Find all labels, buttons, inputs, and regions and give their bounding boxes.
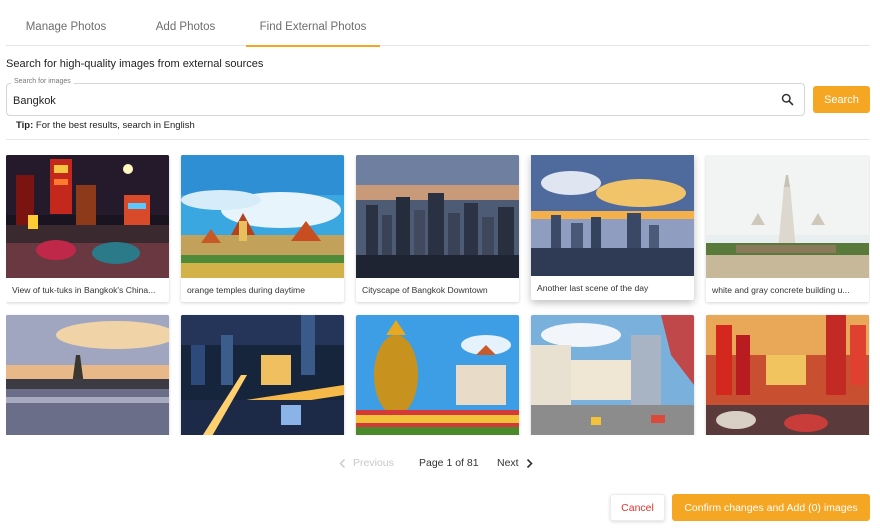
photo-thumbnail xyxy=(356,155,519,278)
previous-page-button[interactable]: Previous xyxy=(338,457,394,469)
photo-thumbnail xyxy=(356,315,519,435)
photo-card[interactable]: View of tuk-tuks in Bangkok's China... xyxy=(6,155,169,302)
photo-thumbnail xyxy=(6,315,169,435)
page-indicator: Page 1 of 81 xyxy=(419,457,479,469)
search-button[interactable]: Search xyxy=(813,86,870,113)
photo-card[interactable]: orange temples during daytime xyxy=(181,155,344,302)
next-label: Next xyxy=(497,457,519,469)
previous-label: Previous xyxy=(353,457,394,469)
chevron-left-icon xyxy=(339,458,345,468)
tab-label: Find External Photos xyxy=(259,21,367,33)
tab-add-photos[interactable]: Add Photos xyxy=(126,0,245,46)
photo-card[interactable] xyxy=(356,315,519,435)
divider xyxy=(6,139,870,140)
photo-card[interactable]: white and gray concrete building u... xyxy=(706,155,869,302)
photo-caption: Cityscape of Bangkok Downtown xyxy=(362,285,488,295)
photo-card[interactable] xyxy=(6,315,169,435)
photo-thumbnail xyxy=(181,315,344,435)
photo-thumbnail xyxy=(181,155,344,278)
confirm-button[interactable]: Confirm changes and Add (0) images xyxy=(672,494,870,521)
photo-thumbnail xyxy=(706,155,869,278)
photo-caption: View of tuk-tuks in Bangkok's China... xyxy=(12,285,156,295)
photo-thumbnail xyxy=(531,315,694,435)
section-subtitle: Search for high-quality images from exte… xyxy=(6,58,264,70)
photo-grid: View of tuk-tuks in Bangkok's China... o… xyxy=(6,155,870,435)
tab-find-external-photos[interactable]: Find External Photos xyxy=(246,0,380,47)
cancel-button[interactable]: Cancel xyxy=(610,494,665,521)
search-tip: Tip: For the best results, search in Eng… xyxy=(16,120,195,131)
tab-bar: Manage Photos Add Photos Find External P… xyxy=(6,0,870,47)
next-page-button[interactable]: Next xyxy=(497,457,534,469)
photo-card[interactable] xyxy=(181,315,344,435)
search-field[interactable]: Search for images xyxy=(6,78,805,116)
photo-card[interactable]: Another last scene of the day xyxy=(531,155,694,300)
photo-thumbnail xyxy=(6,155,169,278)
search-input[interactable] xyxy=(13,93,753,109)
tab-label: Manage Photos xyxy=(25,21,107,33)
photo-card[interactable] xyxy=(531,315,694,435)
search-icon[interactable] xyxy=(780,92,795,107)
photo-card[interactable]: Cityscape of Bangkok Downtown xyxy=(356,155,519,302)
photo-card[interactable] xyxy=(706,315,869,435)
tip-label: Tip: xyxy=(16,120,34,131)
search-field-label: Search for images xyxy=(11,78,74,85)
photo-caption: Another last scene of the day xyxy=(537,283,649,293)
chevron-right-icon xyxy=(526,458,533,468)
photo-caption: white and gray concrete building u... xyxy=(712,285,850,295)
photo-caption: orange temples during daytime xyxy=(187,285,305,295)
tip-text: For the best results, search in English xyxy=(35,120,195,131)
tab-manage-photos[interactable]: Manage Photos xyxy=(6,0,126,46)
photo-thumbnail xyxy=(531,155,694,276)
photo-thumbnail xyxy=(706,315,869,435)
tab-label: Add Photos xyxy=(155,21,216,33)
active-tab-indicator xyxy=(246,45,380,47)
